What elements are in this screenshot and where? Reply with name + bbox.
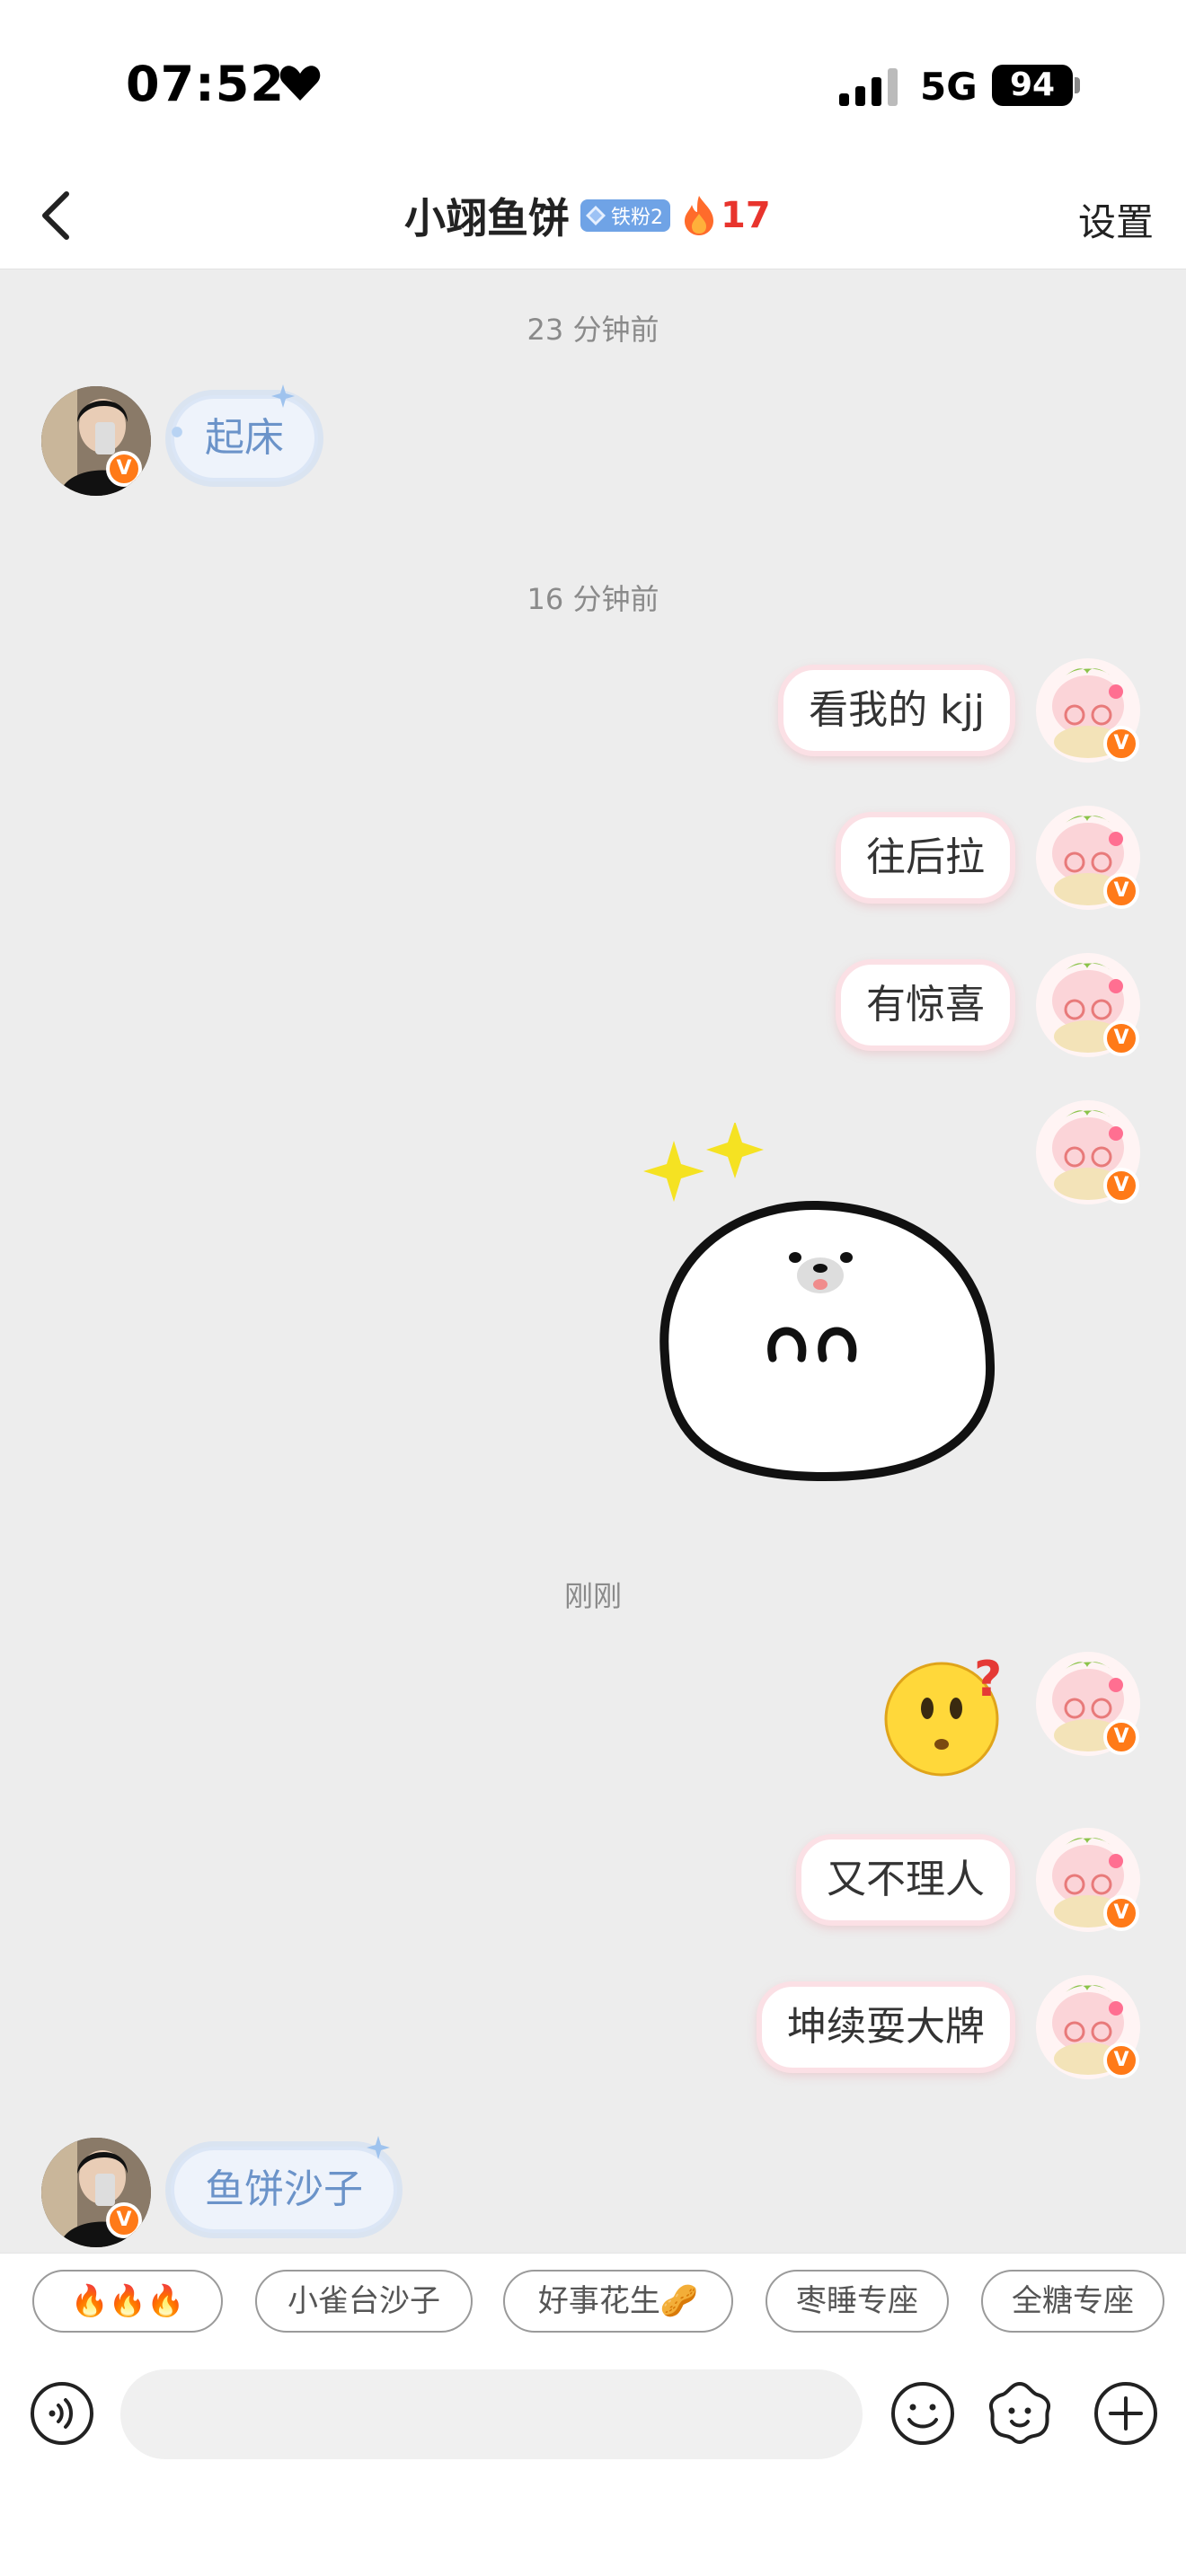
quick-reply-bar: 🔥🔥🔥 小雀台沙子 好事花生🥜 枣睡专座 全糖专座 <box>0 2253 1186 2351</box>
status-time: 07:52 <box>126 56 285 112</box>
fan-level-badge: 铁粉2 <box>580 199 670 232</box>
signal-icon <box>839 68 898 106</box>
verified-badge: V <box>1103 2042 1139 2078</box>
battery-level: 94 <box>992 65 1073 106</box>
message-bubble-outgoing[interactable]: 坤续耍大牌 <box>757 1981 1015 2073</box>
sparkle-icon <box>367 2136 390 2159</box>
message-bubble-outgoing[interactable]: 看我的 kjj <box>778 665 1015 756</box>
verified-badge: V <box>1103 1895 1139 1931</box>
sticker-icon[interactable] <box>985 2378 1055 2448</box>
sparkle-icon <box>172 427 182 437</box>
status-bar: 07:52 5G 94 <box>0 0 1186 162</box>
message-bubble-outgoing[interactable]: 又不理人 <box>796 1834 1015 1926</box>
avatar[interactable]: V <box>41 386 151 496</box>
verified-badge: V <box>1103 873 1139 909</box>
message-input-bar <box>0 2351 1186 2576</box>
verified-badge: V <box>106 451 142 487</box>
quick-reply-chip[interactable]: 全糖专座 <box>981 2270 1164 2333</box>
heart-icon <box>279 66 321 101</box>
message-input[interactable] <box>120 2369 863 2459</box>
gem-icon <box>586 206 606 225</box>
svg-text:?: ? <box>974 1653 1002 1707</box>
fan-badge-label: 铁粉2 <box>611 207 663 229</box>
plus-icon[interactable] <box>1093 2380 1159 2447</box>
avatar[interactable]: V <box>41 2138 151 2247</box>
sparkle-icon <box>271 384 295 408</box>
message-bubble-incoming[interactable]: 鱼饼沙子 <box>171 2147 397 2233</box>
voice-icon[interactable] <box>29 2380 95 2447</box>
timestamp: 刚刚 <box>563 1579 622 1613</box>
message-bubble-outgoing[interactable]: 往后拉 <box>836 812 1015 904</box>
verified-badge: V <box>106 2202 142 2238</box>
timestamp: 16 分钟前 <box>527 582 659 616</box>
chat-title: 小翊鱼饼 <box>404 194 570 243</box>
chat-header: 小翊鱼饼 铁粉2 17 设置 <box>0 162 1186 269</box>
seal-sticker-image[interactable] <box>638 1123 997 1482</box>
verified-badge: V <box>1103 1020 1139 1056</box>
quick-reply-chip[interactable]: 小雀台沙子 <box>255 2270 473 2333</box>
battery-cap <box>1075 77 1080 93</box>
message-bubble-outgoing[interactable]: 有惊喜 <box>836 959 1015 1051</box>
verified-badge: V <box>1103 1168 1139 1204</box>
network-type: 5G <box>920 65 978 109</box>
emoji-icon[interactable] <box>890 2380 956 2447</box>
quick-reply-chip[interactable]: 枣睡专座 <box>766 2270 949 2333</box>
quick-reply-chip[interactable]: 好事花生🥜 <box>503 2270 733 2333</box>
confused-emoji-image[interactable]: ? <box>881 1653 1006 1778</box>
quick-reply-chip[interactable]: 🔥🔥🔥 <box>32 2270 223 2333</box>
timestamp: 23 分钟前 <box>527 313 659 347</box>
verified-badge: V <box>1103 1719 1139 1755</box>
streak-count: 17 <box>721 195 771 236</box>
chat-title-group[interactable]: 小翊鱼饼 铁粉2 17 <box>404 185 771 246</box>
fire-icon <box>685 196 713 235</box>
verified-badge: V <box>1103 726 1139 762</box>
settings-button[interactable]: 设置 <box>1078 192 1154 247</box>
back-arrow-icon[interactable] <box>25 181 88 250</box>
